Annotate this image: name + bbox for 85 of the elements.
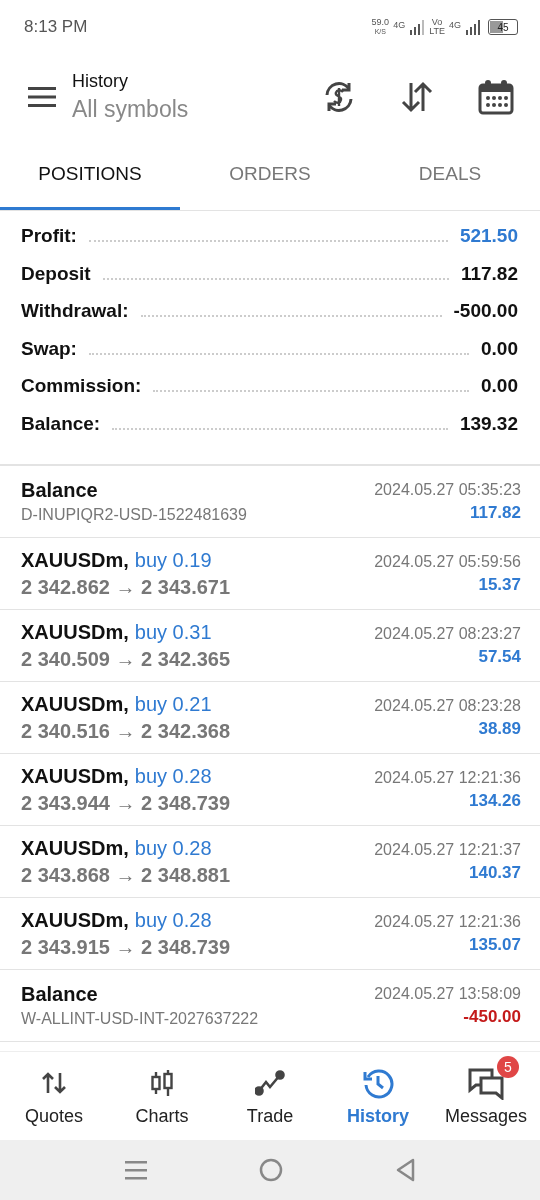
nav-tab[interactable]: Trade	[216, 1052, 324, 1140]
sort-icon[interactable]	[400, 80, 434, 114]
unread-count-badge: 5	[497, 1055, 519, 1078]
deal-symbol: XAUUSDm,	[21, 836, 129, 860]
tab[interactable]: POSITIONS	[0, 140, 180, 210]
deal-prices: 2 342.862 → 2 343.671	[21, 575, 231, 599]
page-title: History	[72, 71, 129, 92]
deal-prices: 2 343.915 → 2 348.739	[21, 935, 231, 959]
deal-row[interactable]: Balance W-ALLINT-USD-INT-2027637222 2024.05.27 13:58:09 -450.00	[0, 970, 540, 1042]
deal-comment: W-ALLINT-USD-INT-2027637222	[21, 1010, 259, 1028]
deal-volume: buy 0.21	[134, 692, 212, 716]
deal-amount: 117.82	[469, 502, 521, 523]
deal-amount: 15.37	[478, 574, 521, 595]
network-type: 4G	[449, 20, 461, 30]
deal-volume: buy 0.28	[134, 908, 212, 932]
deal-row[interactable]: XAUUSDm, buy 0.21 2 340.516 → 2 342.368 2024.05.27 08:23:28 38.89	[0, 682, 540, 754]
status-time: 8:13 PM	[24, 17, 88, 37]
up-down-arrows-icon	[41, 1070, 67, 1095]
deal-time: 2024.05.27 12:21:36	[374, 912, 521, 931]
line-chart-icon	[255, 1069, 285, 1096]
history-clock-icon	[362, 1066, 394, 1099]
nav-tab[interactable]: Quotes	[0, 1052, 108, 1140]
deal-time: 2024.05.27 08:23:28	[374, 696, 521, 715]
deal-title: Balance	[21, 479, 99, 502]
network-type: 4G	[393, 20, 406, 30]
deal-time: 2024.05.27 08:23:27	[374, 624, 521, 643]
summary-value: 139.32	[459, 412, 518, 435]
deal-prices: 2 343.868 → 2 348.881	[21, 863, 231, 887]
summary-label: Profit:	[21, 225, 77, 247]
deal-volume: buy 0.19	[134, 548, 212, 572]
candlestick-icon	[149, 1068, 175, 1097]
summary-value: 117.82	[460, 262, 518, 285]
calendar-icon[interactable]	[478, 79, 514, 115]
nav-tab[interactable]: 5 Messages	[432, 1052, 540, 1140]
nav-tab[interactable]: History	[324, 1052, 432, 1140]
deal-amount: -450.00	[463, 1006, 521, 1027]
nav-tab[interactable]: Charts	[108, 1052, 216, 1140]
summary-value: 521.50	[459, 225, 518, 247]
deal-row[interactable]: XAUUSDm, buy 0.19 2 342.862 → 2 343.671 2024.05.27 05:59:56 15.37	[0, 538, 540, 610]
summary-value: 0.00	[481, 375, 518, 397]
deal-volume: buy 0.31	[134, 620, 212, 644]
volte-label: Vo LTE	[429, 18, 445, 36]
signal-icon	[465, 19, 481, 35]
deal-row[interactable]: Balance D-INUPIQR2-USD-1522481639 2024.05.27 05:35:23 117.82	[0, 466, 540, 538]
deal-symbol: XAUUSDm,	[21, 692, 129, 716]
menu-icon[interactable]	[28, 86, 56, 108]
deal-amount: 134.26	[469, 790, 521, 811]
deal-row[interactable]: XAUUSDm, buy 0.28 2 343.944 → 2 348.739 2024.05.27 12:21:36 134.26	[0, 754, 540, 826]
symbol-filter[interactable]: All symbols	[72, 96, 322, 123]
summary-label: Withdrawal:	[21, 300, 129, 322]
deal-time: 2024.05.27 05:35:23	[374, 480, 521, 499]
deal-title: Balance	[21, 983, 99, 1006]
deal-time: 2024.05.27 12:21:36	[374, 768, 521, 787]
deal-time: 2024.05.27 12:21:37	[374, 840, 521, 859]
back-icon[interactable]	[395, 1158, 415, 1182]
tab[interactable]: ORDERS	[180, 140, 360, 210]
deal-comment: D-INUPIQR2-USD-1522481639	[21, 506, 247, 524]
summary-value: -500.00	[453, 300, 518, 322]
signal-icon	[409, 19, 426, 35]
deal-volume: buy 0.28	[134, 764, 212, 788]
deal-time: 2024.05.27 13:58:09	[374, 984, 521, 1003]
deal-prices: 2 343.944 → 2 348.739	[21, 791, 231, 815]
summary-label: Commission:	[21, 375, 142, 397]
deal-amount: 57.54	[478, 646, 521, 667]
deal-symbol: XAUUSDm,	[21, 764, 129, 788]
recent-apps-icon[interactable]	[125, 1159, 147, 1181]
summary-label: Balance:	[21, 412, 101, 435]
deal-symbol: XAUUSDm,	[21, 908, 129, 932]
deal-row[interactable]: XAUUSDm, buy 0.31 2 340.509 → 2 342.365 2024.05.27 08:23:27 57.54	[0, 610, 540, 682]
deal-amount: 135.07	[469, 934, 521, 955]
summary-label: Deposit	[21, 262, 91, 285]
home-icon[interactable]	[259, 1158, 283, 1182]
summary-label: Swap:	[21, 337, 77, 360]
deal-amount: 140.37	[469, 862, 521, 883]
deal-amount: 38.89	[478, 718, 521, 739]
deal-time: 2024.05.27 05:59:56	[374, 552, 521, 571]
tab[interactable]: DEALS	[360, 140, 540, 210]
deal-symbol: XAUUSDm,	[21, 620, 129, 644]
deal-row[interactable]: XAUUSDm, buy 0.28 2 343.915 → 2 348.739 2024.05.27 12:21:36 135.07	[0, 898, 540, 970]
summary-value: 0.00	[481, 337, 518, 360]
deal-row[interactable]: XAUUSDm, buy 0.28 2 343.868 → 2 348.881 2024.05.27 12:21:37 140.37	[0, 826, 540, 898]
deal-volume: buy 0.28	[134, 836, 212, 860]
deal-symbol: XAUUSDm,	[21, 548, 129, 572]
deal-prices: 2 340.509 → 2 342.365	[21, 647, 231, 671]
deal-prices: 2 340.516 → 2 342.368	[21, 719, 231, 743]
